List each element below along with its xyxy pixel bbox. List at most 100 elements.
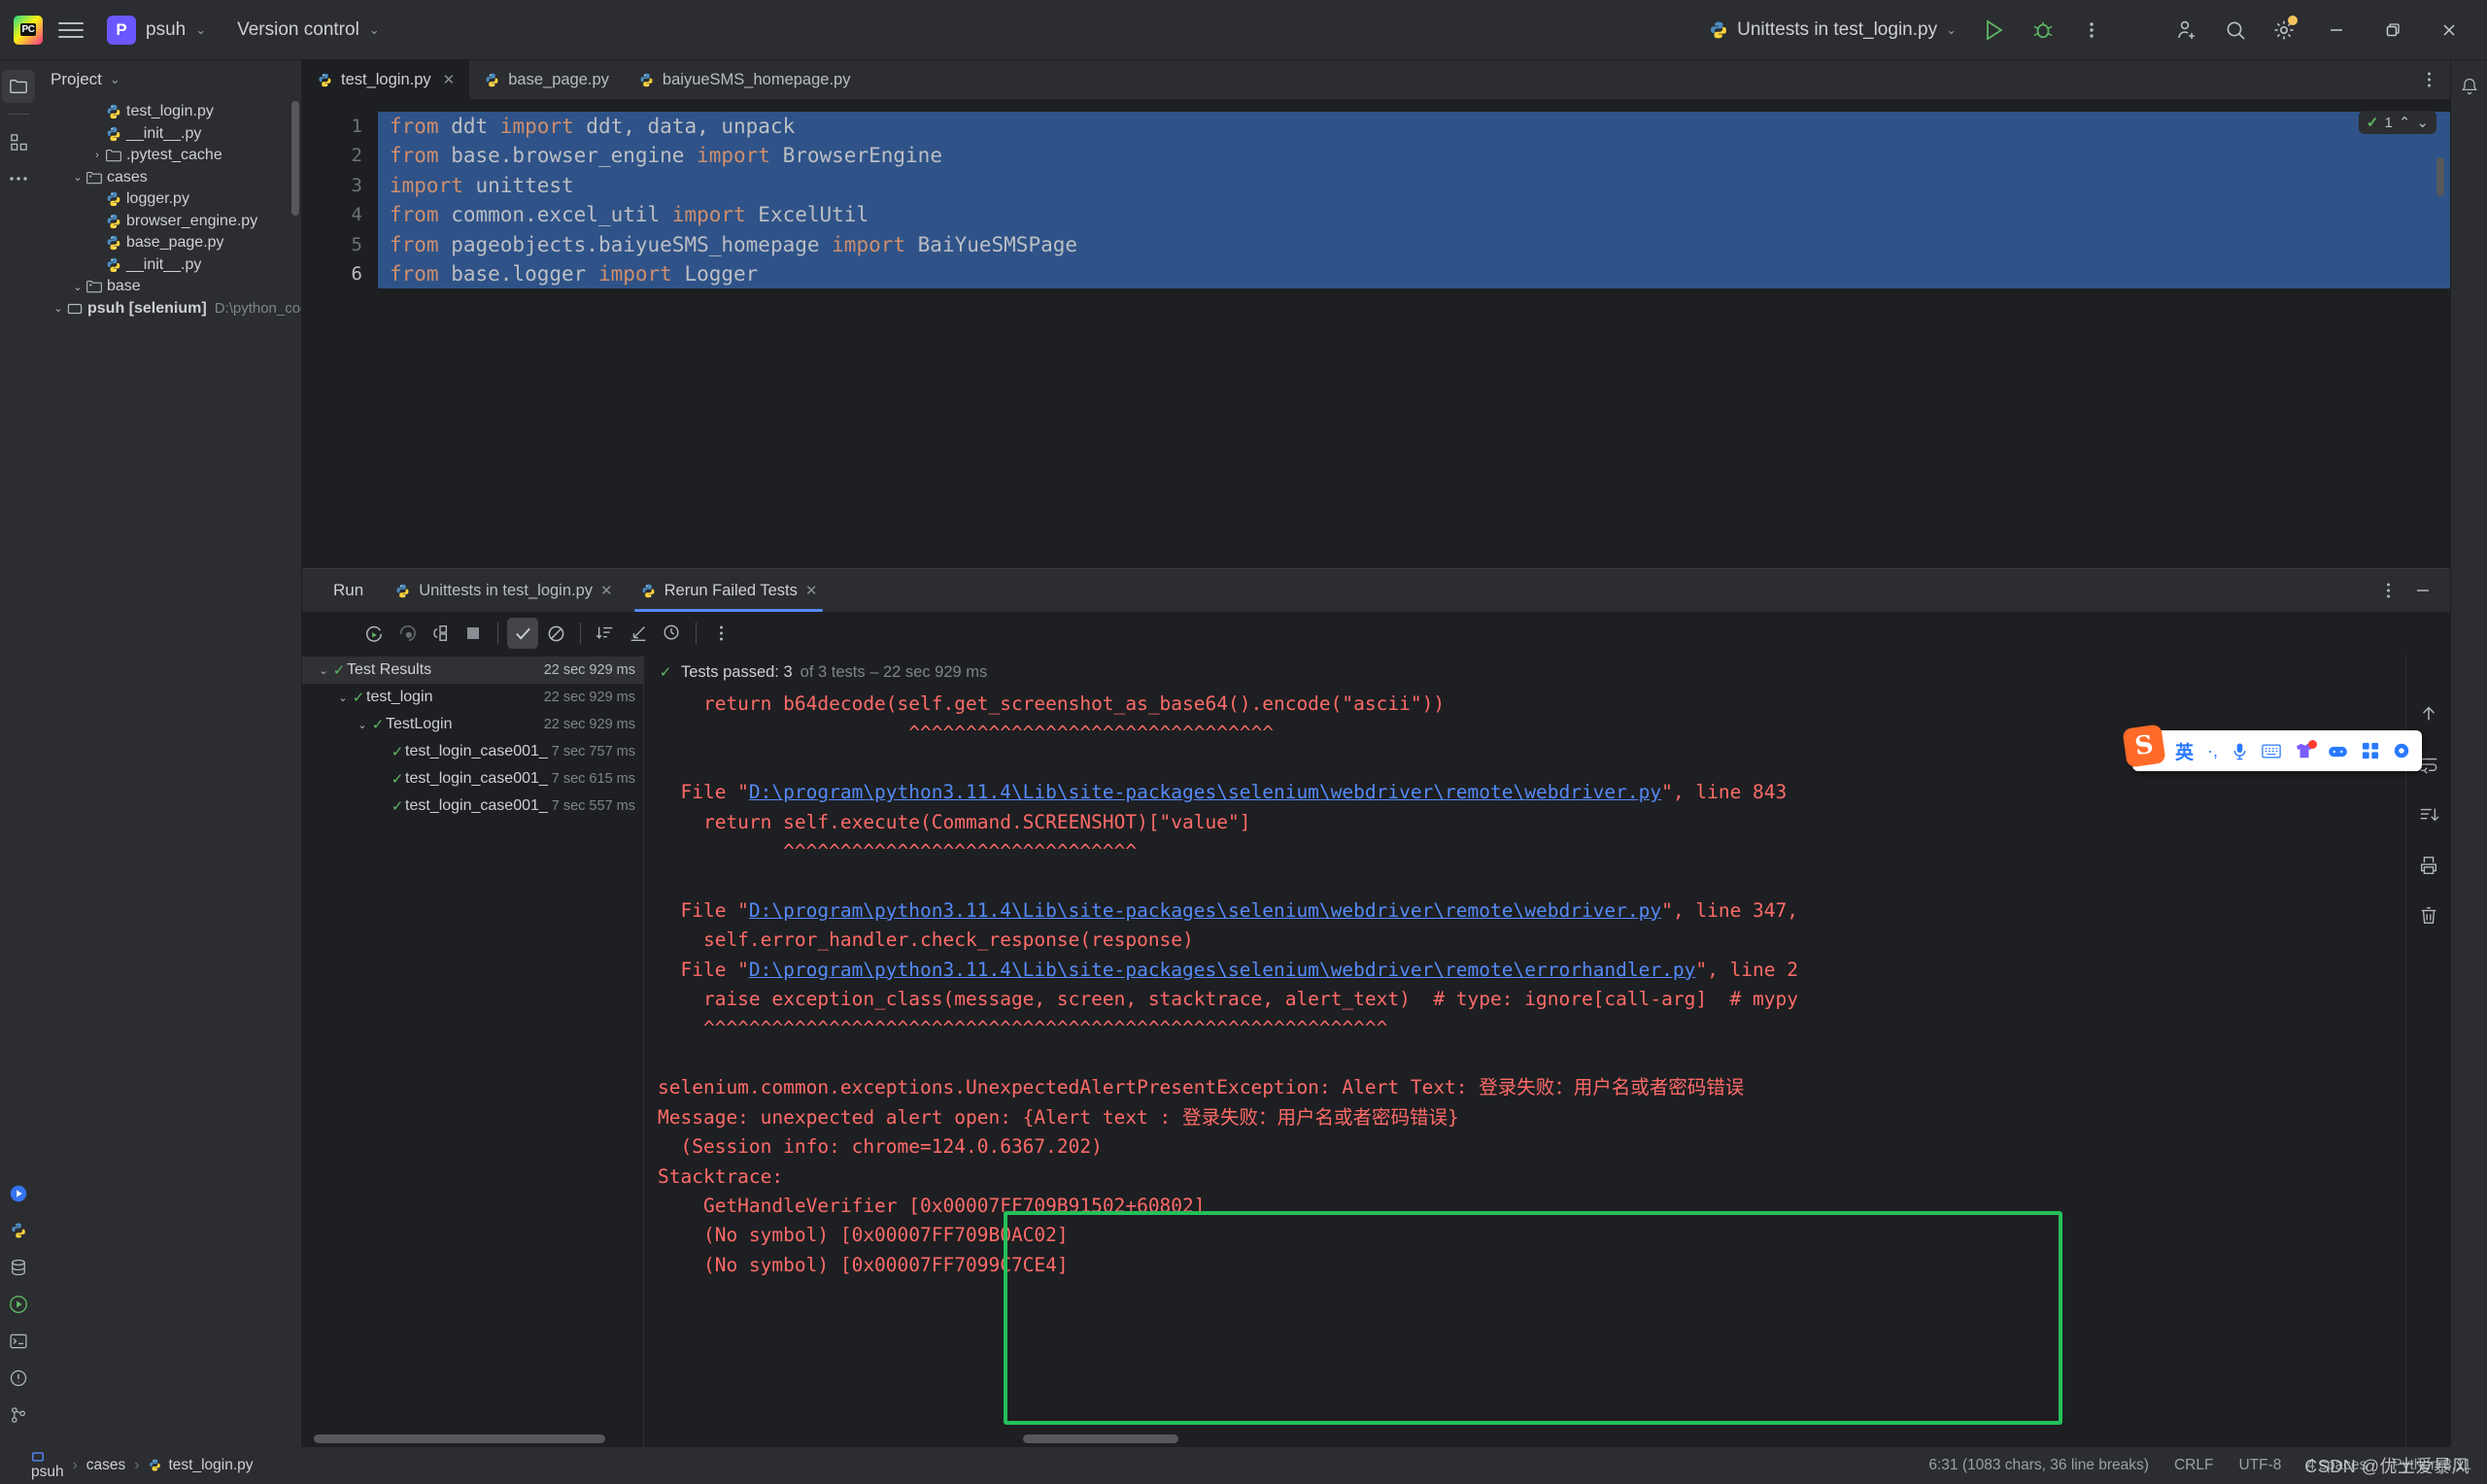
test-tree-row[interactable]: ✓test_login_case001_2__2___by7 sec 615 m… [302, 765, 643, 793]
code-line[interactable]: from base.browser_engine import BrowserE… [378, 141, 2450, 171]
code-line[interactable]: from pageobjects.baiyueSMS_homepage impo… [378, 229, 2450, 260]
editor-scrollbar[interactable] [2436, 157, 2444, 196]
punctuation-icon[interactable]: ·, [2207, 741, 2218, 761]
sidebar-item-version-control[interactable] [2, 1399, 35, 1432]
sidebar-item-structure[interactable] [2, 125, 35, 158]
code-line[interactable]: from common.excel_util import ExcelUtil [378, 200, 2450, 230]
sidebar-item-terminal[interactable] [2, 1325, 35, 1358]
editor-viewport[interactable]: 1 2 3 4 5 6 from ddt import ddt, data, unpack… [302, 99, 2450, 568]
run-options-button[interactable] [2372, 575, 2403, 606]
clear-all-button[interactable] [2414, 901, 2443, 930]
caret-position[interactable]: 6:31 (1083 chars, 36 line breaks) [1928, 1457, 2149, 1474]
sidebar-item-python-console[interactable] [2, 1214, 35, 1247]
toolbox-icon[interactable] [2362, 742, 2379, 759]
code-line[interactable]: import unittest [378, 170, 2450, 201]
test-tree-row[interactable]: ⌄ ✓ Test Results 22 sec 929 ms [302, 657, 643, 684]
chevron-down-icon[interactable]: ⌄ [70, 281, 85, 293]
line-separator[interactable]: CRLF [2174, 1457, 2213, 1474]
inspection-widget[interactable]: ✓ 1 ⌃ ⌄ [2358, 111, 2436, 134]
test-console[interactable]: ✓ Tests passed: 3 of 3 tests – 22 sec 92… [644, 655, 2405, 1447]
more-test-options-button[interactable] [705, 618, 736, 649]
sidebar-item-database[interactable] [2, 1251, 35, 1284]
sidebar-item-more[interactable] [2, 162, 35, 195]
stop-button[interactable] [458, 618, 489, 649]
soft-keyboard-icon[interactable] [2262, 744, 2281, 759]
test-tree-row[interactable]: ✓test_login_case001_3__3___to7 sec 557 m… [302, 793, 643, 820]
run-configuration-selector[interactable]: Unittests in test_login.py ⌄ [1699, 15, 1966, 46]
project-tree-item[interactable]: › .pytest_cache [37, 145, 301, 167]
rerun-button[interactable] [358, 618, 390, 649]
game-icon[interactable] [2328, 744, 2348, 759]
sidebar-item-services[interactable] [2, 1288, 35, 1321]
chevron-down-icon[interactable]: ⌄ [355, 719, 370, 731]
file-path-link[interactable]: D:\program\python3.11.4\Lib\site-package… [749, 781, 1661, 803]
chevron-down-icon[interactable]: ⌄ [2416, 114, 2429, 131]
close-button[interactable] [2425, 10, 2473, 51]
project-tree-item[interactable]: browser_engine.py [37, 211, 301, 233]
console-hscrollbar[interactable] [1023, 1434, 1178, 1443]
skin-icon[interactable] [2295, 740, 2318, 759]
file-path-link[interactable]: D:\program\python3.11.4\Lib\site-package… [749, 899, 1661, 922]
toggle-auto-test-button[interactable] [425, 618, 456, 649]
project-tree-item[interactable]: test_login.py [37, 101, 301, 123]
hide-run-window-button[interactable] [2407, 575, 2438, 606]
scroll-up-button[interactable] [2414, 699, 2443, 728]
version-control-selector[interactable]: Version control ⌄ [229, 16, 388, 45]
run-tab[interactable]: Rerun Failed Tests ✕ [627, 569, 832, 612]
project-selector[interactable]: P psuh ⌄ [99, 12, 214, 49]
console-output[interactable]: return b64decode(self.get_screenshot_as_… [644, 690, 2405, 1447]
print-button[interactable] [2414, 851, 2443, 880]
test-history-button[interactable] [656, 618, 687, 649]
main-menu-icon[interactable] [58, 21, 84, 38]
project-tree-item[interactable]: ⌄ psuh [selenium] D:\python_code\psuh [37, 298, 301, 320]
ime-settings-icon[interactable] [2393, 742, 2410, 759]
project-tree-item[interactable]: base_page.py [37, 232, 301, 254]
run-tab[interactable]: Unittests in test_login.py ✕ [381, 569, 626, 612]
maximize-button[interactable] [2368, 10, 2417, 51]
close-tab-icon[interactable]: ✕ [443, 71, 456, 88]
project-panel-header[interactable]: Project ⌄ [37, 60, 301, 99]
show-passed-button[interactable] [507, 618, 538, 649]
file-path-link[interactable]: D:\program\python3.11.4\Lib\site-package… [749, 959, 1695, 981]
chevron-right-icon[interactable]: › [89, 150, 105, 161]
debug-button[interactable] [2023, 10, 2063, 51]
scroll-to-end-button[interactable] [2414, 800, 2443, 829]
project-tree-scrollbar[interactable] [291, 101, 299, 216]
minimize-button[interactable] [2312, 10, 2361, 51]
project-tree-item[interactable]: logger.py [37, 188, 301, 211]
test-tree-hscrollbar[interactable] [314, 1434, 605, 1443]
breadcrumb-item[interactable]: psuh [31, 1450, 64, 1481]
chevron-up-icon[interactable]: ⌃ [2399, 114, 2411, 131]
sidebar-item-run[interactable] [2, 1177, 35, 1210]
language-mode-cn-icon[interactable]: 英 [2175, 738, 2194, 764]
code-line[interactable]: from ddt import ddt, data, unpack [378, 112, 2450, 142]
chevron-down-icon[interactable]: ⌄ [51, 302, 66, 315]
close-tab-icon[interactable]: ✕ [600, 582, 613, 599]
close-tab-icon[interactable]: ✕ [805, 582, 818, 599]
editor-tab-options-button[interactable] [2407, 60, 2450, 99]
editor-tab[interactable]: test_login.py ✕ [302, 60, 470, 99]
editor-tab[interactable]: baiyueSMS_homepage.py [624, 60, 866, 99]
file-encoding[interactable]: UTF-8 [2238, 1457, 2281, 1474]
ime-floating-toolbar[interactable]: S 英 ·, [2122, 724, 2423, 771]
show-ignored-button[interactable] [540, 618, 571, 649]
test-results-tree[interactable]: ⌄ ✓ Test Results 22 sec 929 ms ⌄ ✓ test_login 2… [302, 655, 644, 1447]
project-tree-item[interactable]: ⌄ base [37, 276, 301, 298]
project-tree-item[interactable]: __init__.py [37, 123, 301, 146]
notifications-button[interactable] [2453, 70, 2486, 103]
share-project-button[interactable] [2166, 10, 2207, 51]
project-tree-item[interactable]: ⌄ cases [37, 167, 301, 189]
expand-collapse-button[interactable] [623, 618, 654, 649]
project-tree-item[interactable]: __init__.py [37, 254, 301, 277]
editor-tab[interactable]: base_page.py [469, 60, 624, 99]
run-button[interactable] [1974, 10, 2015, 51]
test-tree-row[interactable]: ⌄ ✓ test_login 22 sec 929 ms [302, 684, 643, 711]
code-content[interactable]: from ddt import ddt, data, unpack from ba… [378, 99, 2450, 568]
chevron-down-icon[interactable]: ⌄ [316, 664, 331, 677]
chevron-down-icon[interactable]: ⌄ [70, 171, 85, 184]
rerun-failed-button[interactable] [392, 618, 423, 649]
more-actions-button[interactable] [2071, 10, 2112, 51]
sidebar-item-problems[interactable] [2, 1362, 35, 1395]
settings-button[interactable] [2264, 10, 2304, 51]
sidebar-item-project[interactable] [2, 70, 35, 103]
